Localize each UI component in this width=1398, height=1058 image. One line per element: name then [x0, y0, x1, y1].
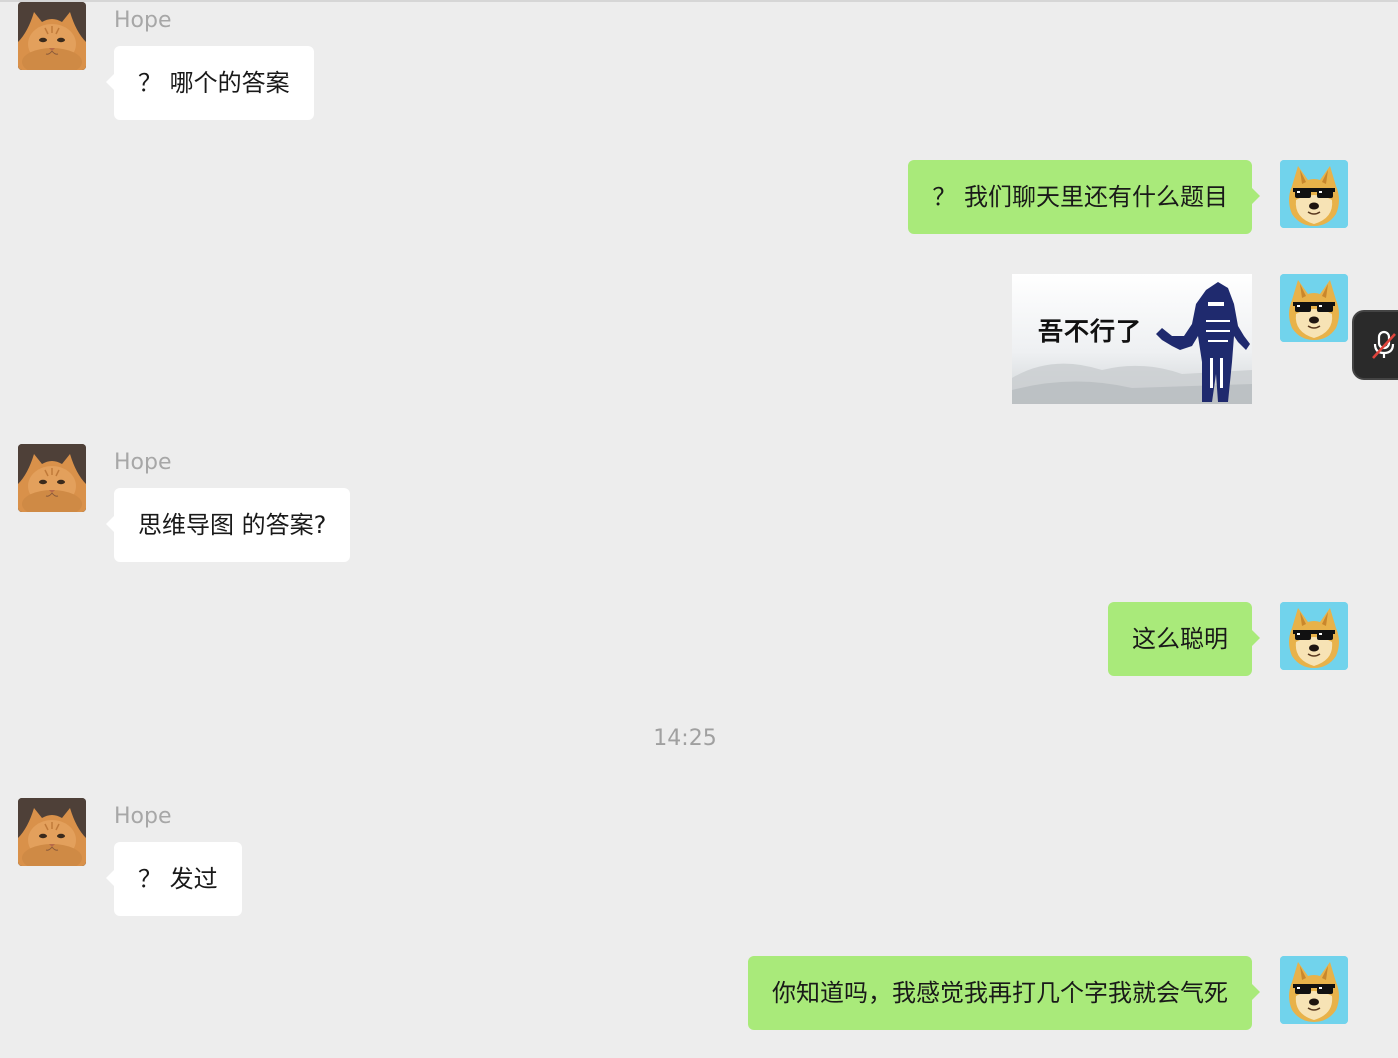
outgoing-message-bubble[interactable]: 你知道吗，我感觉我再打几个字我就会气死	[748, 956, 1260, 1030]
sender-name: Hope	[114, 804, 172, 829]
muted-microphone-icon	[1372, 330, 1396, 359]
doge-avatar-icon[interactable]	[1280, 160, 1348, 228]
sticker-caption: 吾不行了	[1038, 317, 1143, 346]
sticker-image[interactable]: 吾不行了	[1012, 274, 1252, 404]
sender-name: Hope	[114, 8, 172, 33]
doge-avatar-icon[interactable]	[1280, 602, 1348, 670]
sender-name: Hope	[114, 450, 172, 475]
cat-avatar-icon[interactable]	[18, 2, 86, 70]
incoming-message-bubble[interactable]: ？ 发过	[106, 842, 242, 916]
cat-avatar-icon[interactable]	[18, 798, 86, 866]
cat-avatar-icon[interactable]	[18, 444, 86, 512]
incoming-message-bubble[interactable]: 思维导图 的答案?	[105, 488, 351, 562]
side-floating-tab[interactable]	[1352, 310, 1398, 380]
chat-message-list[interactable]: Hope ？ 哪个的答案 ？ 我们聊天里还有什么题目 吾不行了 Hope 思维导…	[0, 0, 1398, 1058]
incoming-message-bubble[interactable]: ？ 哪个的答案	[106, 46, 314, 120]
doge-avatar-icon[interactable]	[1280, 274, 1348, 342]
outgoing-message-bubble[interactable]: ？ 我们聊天里还有什么题目	[908, 160, 1260, 234]
doge-avatar-icon[interactable]	[1280, 956, 1348, 1024]
outgoing-message-bubble[interactable]: 这么聪明	[1108, 602, 1260, 676]
message-timestamp: 14:25	[653, 726, 717, 751]
